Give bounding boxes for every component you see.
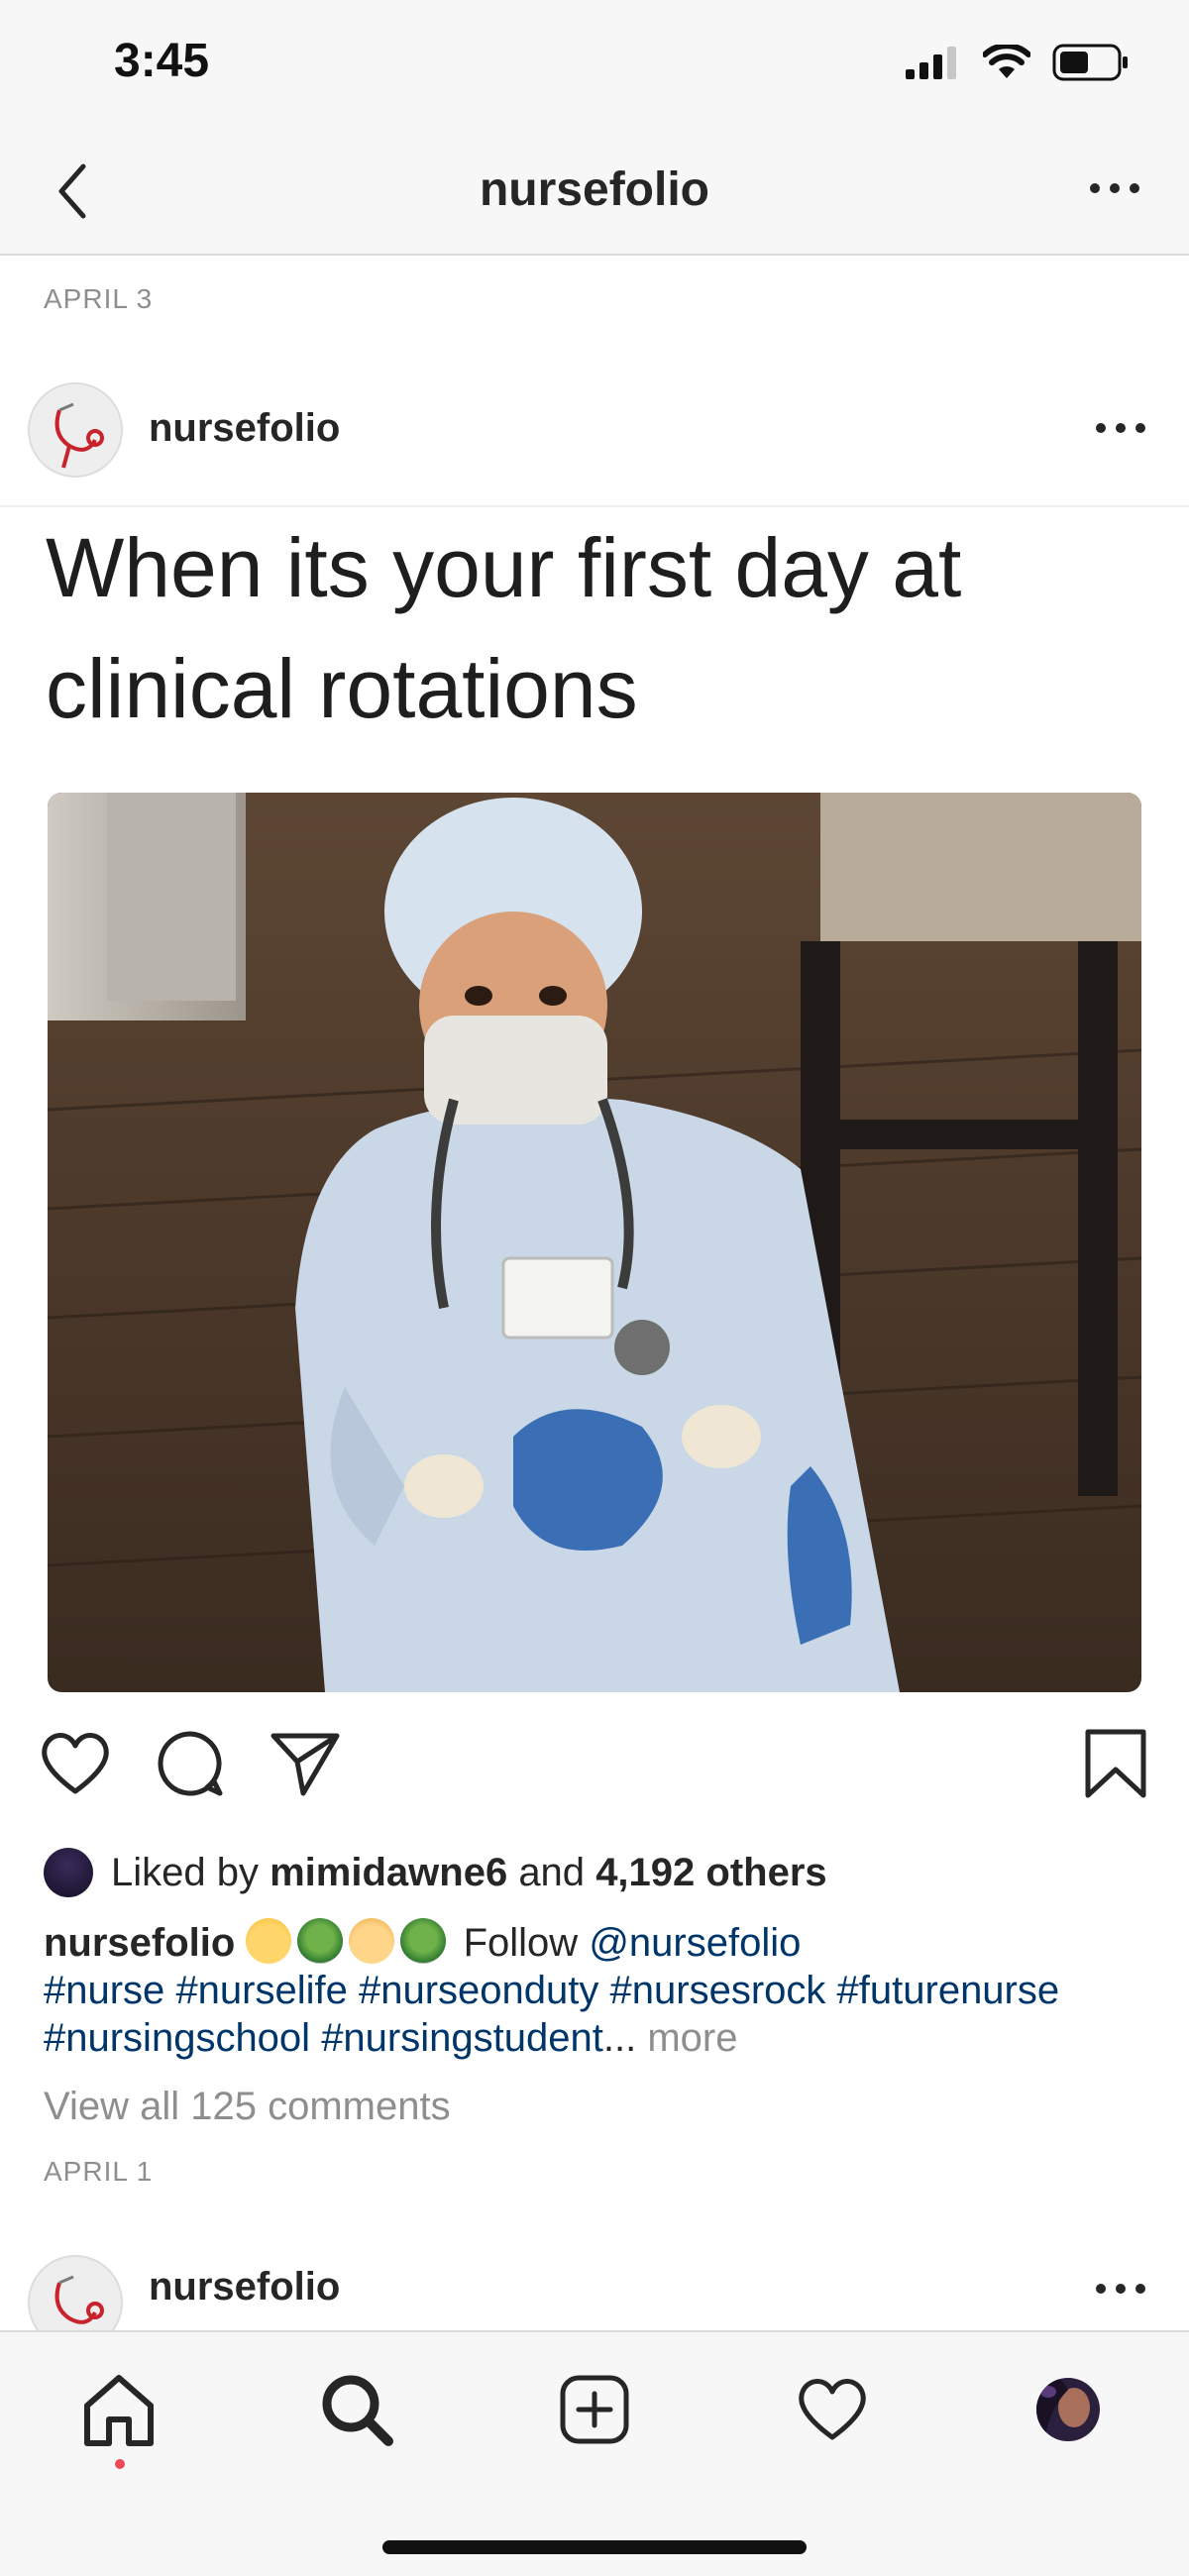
girl-emoji xyxy=(246,1918,292,1964)
post-date: APRIL 1 xyxy=(44,2156,154,2187)
hashtag[interactable]: #futurenurse xyxy=(837,1969,1060,2012)
salad-emoji xyxy=(400,1918,447,1964)
post-caption: nursefolio Follow @nursefolio #nurse #nu… xyxy=(44,1918,1153,2062)
like-button[interactable] xyxy=(36,1724,115,1803)
heart-icon xyxy=(799,2379,866,2440)
stethoscope-logo xyxy=(30,384,121,476)
caption-follow-text: Follow xyxy=(463,1921,579,1965)
view-comments-link[interactable]: View all 125 comments xyxy=(44,2085,451,2129)
meme-caption: When its your first day at clinical rota… xyxy=(46,521,962,735)
send-icon xyxy=(270,1733,340,1796)
tab-activity[interactable] xyxy=(793,2370,872,2449)
stethoscope-logo xyxy=(30,2257,121,2332)
signal-icon xyxy=(906,47,956,79)
status-time: 3:45 xyxy=(114,35,210,87)
bottom-tab-bar xyxy=(0,2330,1189,2576)
bookmark-icon xyxy=(1085,1729,1146,1798)
caption-username[interactable]: nursefolio xyxy=(44,1921,235,1965)
caption-ellipsis: ... xyxy=(602,2016,637,2060)
child-in-scrubs-illustration xyxy=(48,793,1141,1692)
heart-icon xyxy=(42,1733,109,1794)
next-post-options-button[interactable] xyxy=(1086,2259,1155,2318)
tab-profile[interactable] xyxy=(1028,2370,1108,2449)
search-icon xyxy=(322,2375,393,2446)
avatar[interactable] xyxy=(28,2255,123,2332)
status-bar: 3:45 xyxy=(0,0,1189,129)
post-header: nursefolio xyxy=(0,376,1189,507)
hashtag[interactable]: #nurse xyxy=(44,1969,164,2012)
caption-mention[interactable]: @nursefolio xyxy=(589,1921,801,1965)
salad-emoji xyxy=(297,1918,344,1964)
options-button[interactable] xyxy=(1080,159,1149,218)
hashtag[interactable]: #nurseonduty xyxy=(359,1969,598,2012)
caption-more-link[interactable]: more xyxy=(647,2016,737,2060)
more-horizontal-icon xyxy=(1096,423,1145,433)
more-horizontal-icon xyxy=(1090,183,1139,193)
likes-prefix: Liked by xyxy=(111,1850,259,1894)
post-options-button[interactable] xyxy=(1086,398,1155,458)
hashtag[interactable]: #nursingstudent xyxy=(321,2016,603,2060)
save-button[interactable] xyxy=(1076,1724,1155,1803)
avatar xyxy=(1036,2378,1100,2441)
tab-new-post[interactable] xyxy=(555,2370,634,2449)
liker-username[interactable]: mimidawne6 xyxy=(270,1851,507,1895)
wifi-icon xyxy=(983,45,1030,78)
battery-icon xyxy=(1052,44,1128,81)
hashtag[interactable]: #nurselife xyxy=(175,1969,347,2012)
avatar[interactable] xyxy=(28,382,123,478)
plus-square-icon xyxy=(560,2375,629,2444)
hashtag[interactable]: #nursingschool xyxy=(44,2016,310,2060)
comment-icon xyxy=(158,1731,223,1796)
hashtag[interactable]: #nursesrock xyxy=(610,1969,826,2012)
likes-count[interactable]: 4,192 others xyxy=(595,1851,826,1895)
nav-bar: nursefolio xyxy=(0,129,1189,256)
share-button[interactable] xyxy=(266,1724,345,1803)
next-post-header: nursefolio xyxy=(0,2249,1189,2332)
section-date: APRIL 3 xyxy=(44,283,154,314)
status-icons xyxy=(906,44,1130,81)
liker-avatar xyxy=(44,1848,93,1897)
likes-connector: and xyxy=(518,1850,586,1894)
home-indicator xyxy=(382,2540,807,2554)
boy-emoji xyxy=(349,1918,395,1964)
tab-home[interactable] xyxy=(79,2370,159,2449)
page-title: nursefolio xyxy=(479,163,709,216)
post-username[interactable]: nursefolio xyxy=(149,406,340,451)
next-post-username[interactable]: nursefolio xyxy=(149,2265,340,2309)
tab-search[interactable] xyxy=(317,2370,396,2449)
notification-dot xyxy=(115,2459,125,2469)
more-horizontal-icon xyxy=(1096,2284,1145,2294)
likes-summary[interactable]: Liked by mimidawne6 and 4,192 others xyxy=(44,1845,827,1900)
post-image[interactable]: When its your first day at clinical rota… xyxy=(0,507,1189,1692)
comment-button[interactable] xyxy=(151,1724,230,1803)
home-icon xyxy=(84,2375,154,2446)
meme-photo xyxy=(48,793,1141,1692)
post-actions xyxy=(0,1724,1189,1813)
